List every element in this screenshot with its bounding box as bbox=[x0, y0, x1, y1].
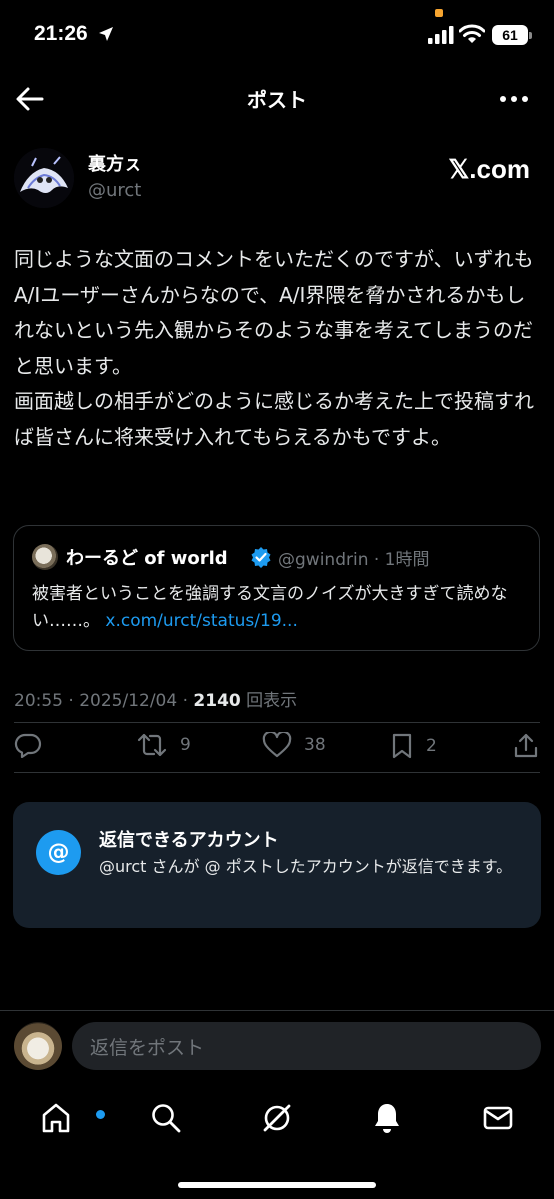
ghost-avatar-icon bbox=[14, 148, 74, 208]
home-icon bbox=[42, 1103, 70, 1133]
share-action[interactable] bbox=[512, 732, 540, 760]
like-action[interactable]: 38 bbox=[262, 732, 326, 758]
more-options-icon[interactable] bbox=[498, 87, 530, 111]
like-count: 38 bbox=[304, 735, 326, 755]
post-text: 同じような文面のコメントをいただくのですが、いずれもA/Iユーザーさんからなので… bbox=[14, 247, 534, 449]
privacy-indicator bbox=[435, 9, 443, 17]
post-actions: 9 38 2 bbox=[0, 726, 554, 770]
divider bbox=[14, 722, 540, 723]
bookmark-action[interactable]: 2 bbox=[390, 732, 437, 760]
heart-icon bbox=[262, 732, 292, 758]
reply-permission-card: @ 返信できるアカウント @urct さんが @ ポストしたアカウントが返信でき… bbox=[13, 802, 541, 928]
tab-grok[interactable] bbox=[257, 1098, 297, 1138]
grok-icon bbox=[263, 1104, 291, 1132]
reply-icon bbox=[14, 733, 42, 758]
tab-home[interactable] bbox=[36, 1098, 105, 1138]
quoted-text: 被害者ということを強調する文言のノイズが大きすぎて読めない……。 x.com/u… bbox=[32, 581, 532, 635]
status-time: 21:26 bbox=[34, 22, 88, 45]
quoted-handle-time: @gwindrin · 1時間 bbox=[278, 550, 430, 570]
author-handle[interactable]: @urct bbox=[88, 180, 141, 201]
notification-dot bbox=[96, 1110, 105, 1119]
author-avatar[interactable] bbox=[14, 148, 74, 208]
tab-search[interactable] bbox=[146, 1098, 186, 1138]
wifi-icon bbox=[459, 24, 485, 43]
search-icon bbox=[152, 1104, 181, 1133]
quoted-author-name: わーるど of world bbox=[66, 548, 228, 569]
reply-permission-title: 返信できるアカウント bbox=[99, 830, 279, 851]
location-arrow-icon bbox=[99, 27, 113, 41]
page-title: ポスト bbox=[247, 88, 307, 112]
view-label: 回表示 bbox=[240, 691, 298, 711]
bookmark-icon bbox=[392, 733, 412, 759]
at-sign-icon: @ bbox=[36, 830, 81, 875]
share-icon bbox=[514, 733, 538, 758]
quoted-link[interactable]: x.com/urct/status/19... bbox=[105, 611, 297, 631]
reply-permission-body: @urct さんが @ ポストしたアカウントが返信できます。 bbox=[99, 857, 513, 876]
top-header: ポスト bbox=[0, 70, 554, 128]
view-count: 2140 bbox=[193, 691, 241, 711]
verified-badge-icon bbox=[251, 547, 271, 568]
bottom-tab-bar bbox=[0, 1080, 554, 1199]
x-com-logo: 𝕏.com bbox=[448, 154, 530, 184]
reply-bar: 返信をポスト bbox=[0, 1010, 554, 1080]
signal-icon bbox=[428, 26, 454, 44]
post-datetime: 20:55 · 2025/12/04 · bbox=[14, 691, 194, 711]
status-bar: 21:26 61 bbox=[0, 0, 554, 70]
post-meta: 20:55 · 2025/12/04 · 2140 回表示 bbox=[14, 686, 297, 711]
home-indicator bbox=[178, 1182, 376, 1188]
repost-icon bbox=[137, 733, 167, 757]
reply-input[interactable]: 返信をポスト bbox=[72, 1022, 541, 1070]
bookmark-count: 2 bbox=[426, 736, 437, 756]
author-display-name[interactable]: 裏方ㇲ bbox=[88, 150, 142, 176]
mail-icon bbox=[483, 1106, 513, 1130]
battery-cap bbox=[529, 32, 532, 39]
tab-notifications[interactable] bbox=[367, 1098, 407, 1138]
quoted-post-card[interactable]: わーるど of world @gwindrin · 1時間 被害者ということを強… bbox=[13, 525, 540, 651]
bell-icon bbox=[375, 1104, 399, 1133]
tab-messages[interactable] bbox=[478, 1098, 518, 1138]
battery-indicator: 61 bbox=[492, 25, 528, 45]
quoted-author-avatar bbox=[32, 544, 58, 570]
reply-action[interactable] bbox=[14, 732, 42, 758]
my-avatar bbox=[14, 1022, 62, 1070]
divider bbox=[14, 772, 540, 773]
repost-count: 9 bbox=[180, 735, 191, 755]
repost-action[interactable]: 9 bbox=[136, 732, 191, 758]
